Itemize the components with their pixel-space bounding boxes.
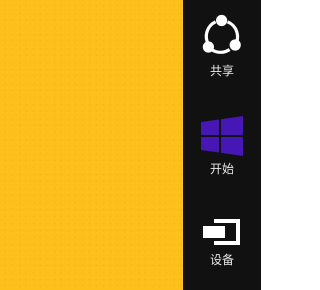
windows-logo-icon	[201, 116, 243, 156]
share-charm[interactable]: 共享	[183, 14, 261, 78]
share-charm-label: 共享	[209, 64, 234, 78]
start-charm-label: 开始	[209, 162, 234, 176]
devices-charm[interactable]: 设备	[183, 217, 261, 267]
desktop-background	[0, 0, 183, 290]
charms-bar: 共享 开始 设备	[183, 0, 261, 290]
devices-charm-label: 设备	[209, 253, 234, 267]
devices-icon	[203, 219, 240, 245]
start-charm[interactable]: 开始	[183, 116, 261, 176]
share-icon	[202, 14, 241, 54]
